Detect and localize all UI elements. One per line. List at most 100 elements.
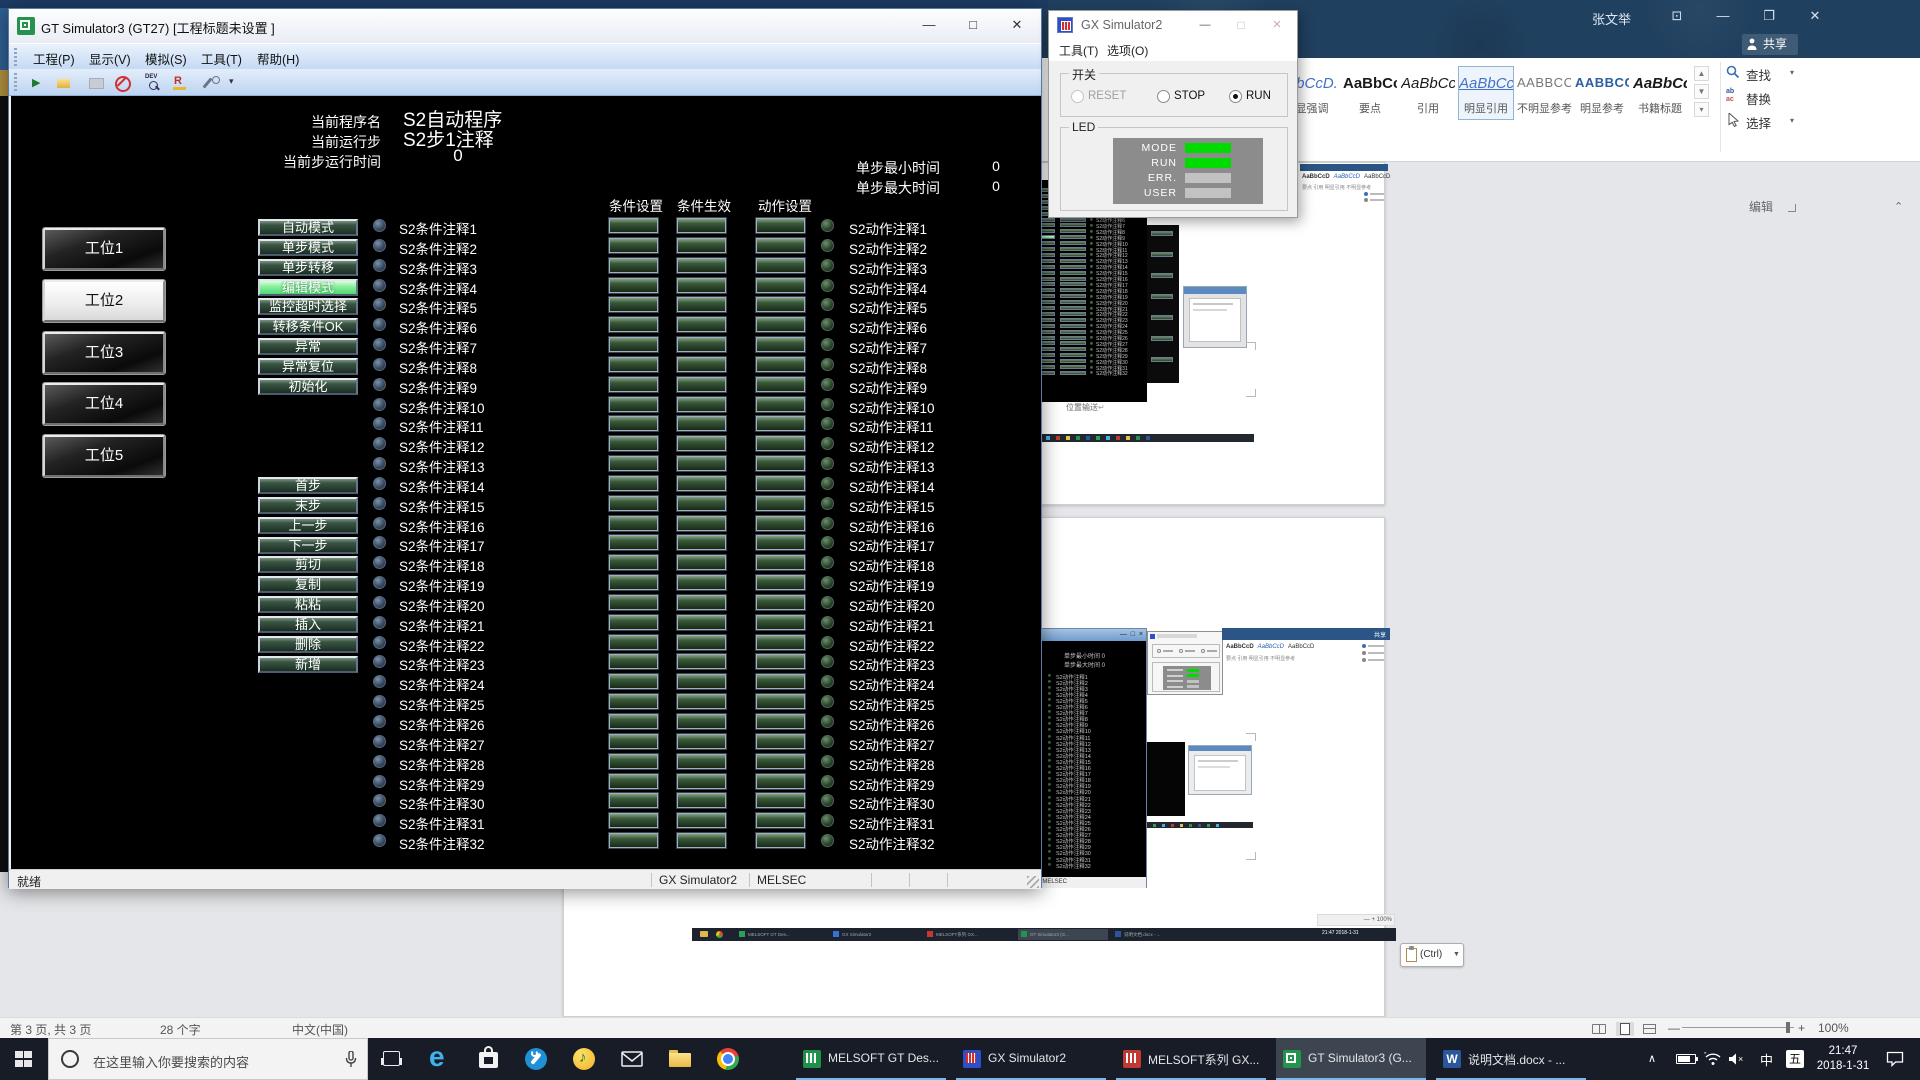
condition-set-lamp[interactable] — [609, 754, 658, 769]
taskbar-button-5[interactable]: W说明文档.docx - ... — [1436, 1038, 1586, 1080]
share-button[interactable]: 共享 — [1742, 34, 1798, 55]
condition-set-lamp[interactable] — [609, 476, 658, 491]
gx-maximize-button[interactable]: □ — [1225, 11, 1257, 39]
condition-active-lamp[interactable] — [677, 357, 726, 372]
action-set-lamp[interactable] — [756, 635, 805, 650]
condition-set-lamp[interactable] — [609, 833, 658, 848]
taskbar-button-3[interactable]: MELSOFT系列 GX... — [1116, 1038, 1266, 1080]
condition-active-lamp[interactable] — [677, 674, 726, 689]
action-set-lamp[interactable] — [756, 714, 805, 729]
condition-active-lamp[interactable] — [677, 654, 726, 669]
step-edit-button-6[interactable]: 复制 — [258, 576, 358, 593]
condition-active-lamp[interactable] — [677, 555, 726, 570]
page-indicator[interactable]: 第 3 页, 共 3 页 — [10, 1021, 91, 1038]
condition-set-lamp[interactable] — [609, 416, 658, 431]
taskbar-clock[interactable]: 21:47 2018-1-31 — [1812, 1044, 1874, 1074]
condition-active-lamp[interactable] — [677, 595, 726, 610]
condition-set-lamp[interactable] — [609, 615, 658, 630]
condition-active-lamp[interactable] — [677, 734, 726, 749]
action-set-lamp[interactable] — [756, 297, 805, 312]
condition-active-lamp[interactable] — [677, 615, 726, 630]
condition-set-lamp[interactable] — [609, 813, 658, 828]
select-button[interactable]: 选择 ▾ — [1726, 112, 1816, 130]
tray-chevron-icon[interactable]: ∧ — [1648, 1052, 1656, 1065]
zoom-level[interactable]: 100% — [1818, 1021, 1849, 1035]
zoom-in-button[interactable]: + — [1798, 1021, 1805, 1035]
action-set-lamp[interactable] — [756, 496, 805, 511]
gallery-more-icon[interactable]: ▾ — [1694, 102, 1709, 117]
resize-grip[interactable] — [1027, 876, 1039, 888]
condition-set-lamp[interactable] — [609, 654, 658, 669]
condition-active-lamp[interactable] — [677, 258, 726, 273]
condition-active-lamp[interactable] — [677, 436, 726, 451]
mode-button-5[interactable]: 监控超时选择 — [258, 298, 358, 315]
condition-active-lamp[interactable] — [677, 516, 726, 531]
condition-active-lamp[interactable] — [677, 833, 726, 848]
wifi-icon[interactable]: * — [1704, 1052, 1722, 1066]
condition-set-lamp[interactable] — [609, 436, 658, 451]
battery-icon[interactable] — [1676, 1054, 1696, 1064]
word-restore-button[interactable]: ❐ — [1752, 4, 1786, 28]
zoom-slider-track[interactable] — [1682, 1027, 1794, 1028]
action-set-lamp[interactable] — [756, 535, 805, 550]
condition-active-lamp[interactable] — [677, 635, 726, 650]
ribbon-display-options-icon[interactable]: ⊡ — [1660, 4, 1694, 28]
step-edit-button-7[interactable]: 粘粘 — [258, 596, 358, 613]
step-edit-button-4[interactable]: 下一步 — [258, 537, 358, 554]
condition-active-lamp[interactable] — [677, 297, 726, 312]
condition-set-lamp[interactable] — [609, 595, 658, 610]
mode-button-2[interactable]: 单步模式 — [258, 239, 358, 256]
taskbar-button-4[interactable]: GT Simulator3 (G... — [1276, 1038, 1426, 1080]
action-set-lamp[interactable] — [756, 793, 805, 808]
action-set-lamp[interactable] — [756, 813, 805, 828]
condition-active-lamp[interactable] — [677, 813, 726, 828]
condition-set-lamp[interactable] — [609, 397, 658, 412]
condition-set-lamp[interactable] — [609, 635, 658, 650]
action-set-lamp[interactable] — [756, 674, 805, 689]
action-set-lamp[interactable] — [756, 654, 805, 669]
condition-active-lamp[interactable] — [677, 278, 726, 293]
action-set-lamp[interactable] — [756, 416, 805, 431]
condition-active-lamp[interactable] — [677, 337, 726, 352]
condition-active-lamp[interactable] — [677, 535, 726, 550]
action-set-lamp[interactable] — [756, 436, 805, 451]
condition-set-lamp[interactable] — [609, 774, 658, 789]
gt-minimize-button[interactable]: — — [909, 11, 949, 39]
mode-button-9[interactable]: 初始化 — [258, 378, 358, 395]
radio-run[interactable] — [1229, 90, 1242, 103]
mode-button-3[interactable]: 单步转移 — [258, 259, 358, 276]
condition-active-lamp[interactable] — [677, 575, 726, 590]
condition-set-lamp[interactable] — [609, 674, 658, 689]
step-edit-button-9[interactable]: 删除 — [258, 636, 358, 653]
condition-set-lamp[interactable] — [609, 575, 658, 590]
mode-button-7[interactable]: 异常 — [258, 338, 358, 355]
condition-active-lamp[interactable] — [677, 218, 726, 233]
gt-menu-item-3[interactable]: 模拟(S) — [145, 49, 187, 68]
condition-set-lamp[interactable] — [609, 258, 658, 273]
condition-set-lamp[interactable] — [609, 278, 658, 293]
project-read-icon[interactable]: R — [169, 72, 189, 92]
ime-shape-indicator[interactable]: 五 — [1786, 1050, 1804, 1068]
step-edit-button-2[interactable]: 末步 — [258, 497, 358, 514]
action-set-lamp[interactable] — [756, 774, 805, 789]
condition-set-lamp[interactable] — [609, 734, 658, 749]
step-edit-button-1[interactable]: 首步 — [258, 477, 358, 494]
simulate-start-icon[interactable]: ▶ — [27, 72, 47, 92]
action-set-lamp[interactable] — [756, 476, 805, 491]
condition-active-lamp[interactable] — [677, 496, 726, 511]
action-set-lamp[interactable] — [756, 357, 805, 372]
action-set-lamp[interactable] — [756, 555, 805, 570]
action-set-lamp[interactable] — [756, 456, 805, 471]
action-set-lamp[interactable] — [756, 278, 805, 293]
language-indicator[interactable]: 中文(中国) — [292, 1021, 348, 1038]
station-button-5[interactable]: 工位5 — [43, 435, 165, 477]
print-icon[interactable] — [85, 72, 105, 92]
open-project-icon[interactable] — [53, 72, 73, 92]
style-item-书籍标题[interactable]: AaBbCcD书籍标题 — [1632, 66, 1688, 120]
action-set-lamp[interactable] — [756, 218, 805, 233]
action-set-lamp[interactable] — [756, 595, 805, 610]
condition-set-lamp[interactable] — [609, 516, 658, 531]
gt-maximize-button[interactable]: □ — [953, 11, 993, 39]
style-item-不明显参考[interactable]: AABBCCDI不明显参考 — [1516, 66, 1572, 120]
condition-active-lamp[interactable] — [677, 476, 726, 491]
